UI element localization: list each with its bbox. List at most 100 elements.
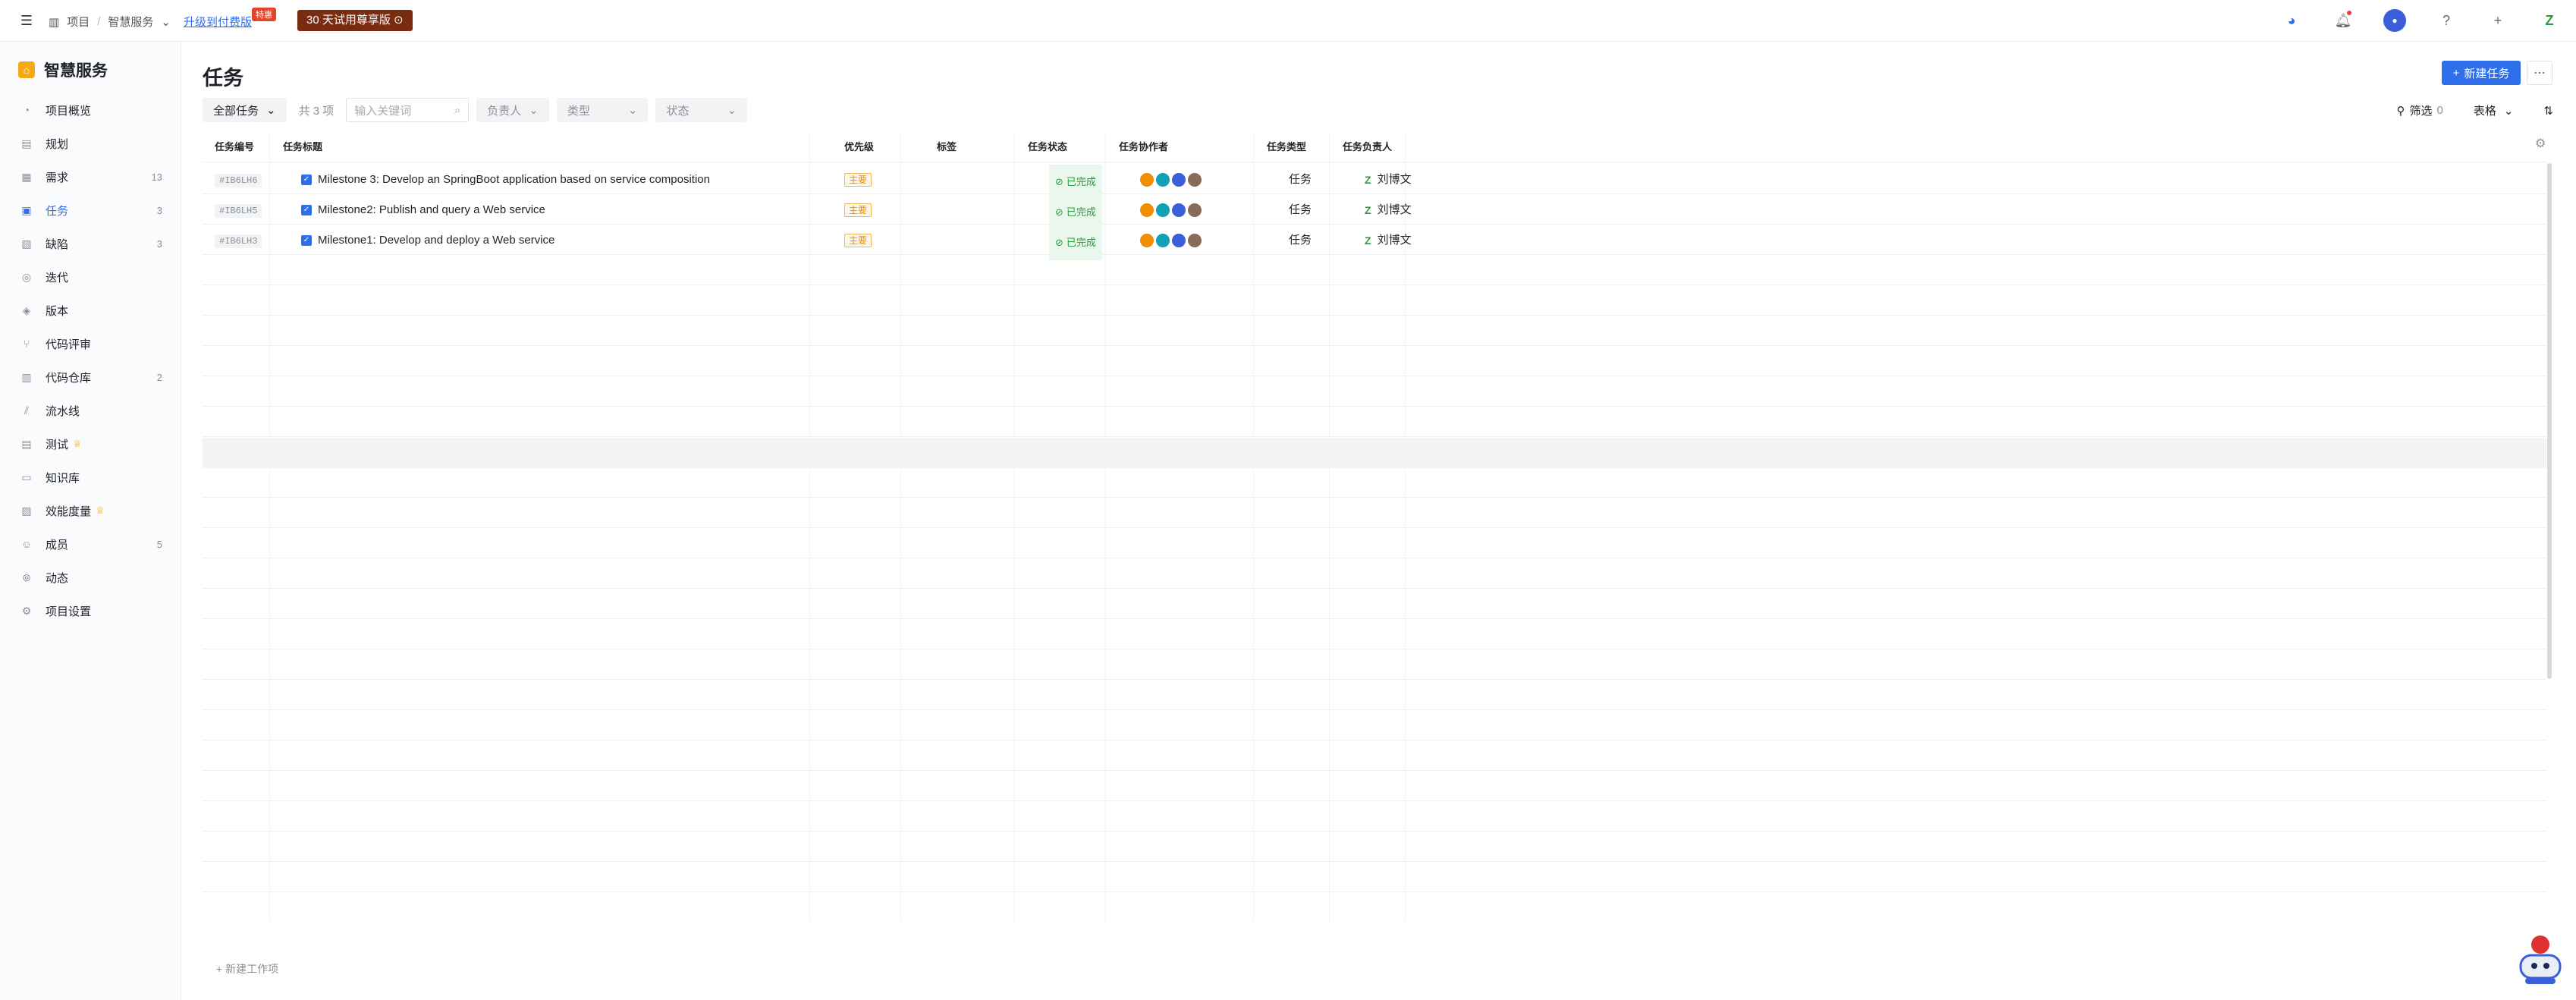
column-header-owner[interactable]: 任务负责人	[1343, 133, 1392, 162]
table-row-owner[interactable]: Z 刘博文	[1365, 165, 1412, 195]
row-divider	[203, 679, 2546, 680]
sidebar-item-test[interactable]: ▤ 测试 ♕	[0, 427, 181, 461]
notification-bell-icon[interactable]: 🔔︎	[2332, 9, 2355, 32]
column-header-status[interactable]: 任务状态	[1028, 133, 1067, 162]
row-divider	[203, 497, 2546, 498]
sort-icon[interactable]: ⇅	[2543, 104, 2553, 118]
sidebar-item-versions[interactable]: ◈ 版本	[0, 294, 181, 327]
table-row-status[interactable]: ⊘ 已完成	[1049, 195, 1102, 230]
owner-name: 刘博文	[1377, 203, 1412, 216]
column-header-id[interactable]: 任务编号	[215, 133, 254, 162]
column-settings-gear-icon[interactable]: ⚙	[2535, 136, 2546, 151]
table-row-id[interactable]: #IB6LH3	[215, 225, 262, 256]
assignee-filter[interactable]: 负责人 ⌄	[476, 98, 549, 122]
filter-label: 筛选	[2409, 105, 2433, 118]
task-table: 任务编号 任务标题 优先级 标签 任务状态 任务协作者 任务类型 任务负责人 #…	[203, 133, 2546, 922]
sidebar-item-requirements[interactable]: ▦ 需求 13	[0, 160, 181, 193]
chevron-down-icon: ⌄	[727, 104, 737, 117]
sidebar-item-settings[interactable]: ⚙ 项目设置	[0, 594, 181, 627]
status-filter[interactable]: 状态 ⌄	[655, 98, 748, 122]
table-row-id[interactable]: #IB6LH5	[215, 195, 262, 225]
notification-dot	[2347, 11, 2351, 15]
table-row-owner[interactable]: Z 刘博文	[1365, 225, 1412, 256]
column-header-priority[interactable]: 优先级	[844, 133, 874, 162]
vip-crown-icon: ♕	[96, 505, 105, 516]
task-type-icon: ✓	[301, 175, 312, 185]
sidebar-item-activity[interactable]: ⊚ 动态	[0, 561, 181, 594]
sidebar-item-repo[interactable]: ▥ 代码仓库 2	[0, 360, 181, 394]
table-row-collaborators[interactable]	[1140, 195, 1202, 225]
table-row-collaborators[interactable]	[1140, 225, 1202, 256]
brand-logo-icon[interactable]: Z	[2538, 9, 2561, 32]
sidebar-item-iterations[interactable]: ◎ 迭代	[0, 260, 181, 294]
trial-button[interactable]: 30 天试用尊享版 ⊙	[297, 10, 413, 31]
sidebar-item-bugs[interactable]: ▧ 缺陷 3	[0, 227, 181, 260]
view-switch[interactable]: 表格 ⌄	[2474, 102, 2514, 118]
chevron-down-icon: ⌄	[266, 104, 276, 117]
status-text: 已完成	[1066, 206, 1096, 218]
task-count: 共 3 项	[298, 104, 335, 118]
assignee-label: 负责人	[487, 104, 522, 118]
table-row-status[interactable]: ⊘ 已完成	[1049, 165, 1102, 200]
pipeline-icon: ⫽	[24, 404, 30, 417]
column-header-type[interactable]: 任务类型	[1267, 133, 1306, 162]
ai-assistant-icon[interactable]: ◕	[2280, 9, 2303, 32]
table-row-title[interactable]: ✓ Milestone 3: Develop an SpringBoot appl…	[301, 165, 710, 195]
table-row-owner[interactable]: Z 刘博文	[1365, 195, 1412, 225]
user-avatar[interactable]: ●	[2383, 9, 2406, 32]
table-row-status[interactable]: ⊘ 已完成	[1049, 225, 1102, 260]
sidebar-item-metrics[interactable]: ▨ 效能度量 ♕	[0, 494, 181, 527]
column-header-collaborators[interactable]: 任务协作者	[1119, 133, 1168, 162]
table-row-priority[interactable]: 主要	[844, 195, 872, 225]
column-divider	[1329, 133, 1330, 922]
table-row-type[interactable]: 任务	[1289, 225, 1312, 256]
table-row-id[interactable]: #IB6LH6	[215, 165, 262, 195]
table-row-type[interactable]: 任务	[1289, 195, 1312, 225]
sidebar-item-members[interactable]: ☺ 成员 5	[0, 527, 181, 561]
version-icon: ◈	[22, 303, 31, 316]
table-row-title[interactable]: ✓ Milestone2: Publish and query a Web ser…	[301, 195, 545, 225]
plus-icon[interactable]: +	[2486, 9, 2509, 32]
owner-avatar-icon: Z	[1365, 174, 1371, 186]
sidebar-item-label: 成员	[46, 538, 69, 552]
column-header-tags[interactable]: 标签	[937, 133, 957, 162]
new-work-item-button[interactable]: + 新建工作项	[216, 961, 278, 976]
table-row-priority[interactable]: 主要	[844, 165, 872, 195]
avatar	[1156, 234, 1170, 247]
breadcrumb-current-project[interactable]: 智慧服务	[108, 14, 153, 30]
type-filter[interactable]: 类型 ⌄	[556, 98, 649, 122]
assistant-robot-icon[interactable]	[2510, 929, 2571, 990]
vertical-scrollbar[interactable]	[2547, 163, 2552, 679]
code-review-icon: ⑂	[23, 338, 30, 350]
sidebar-item-pipeline[interactable]: ⫽ 流水线	[0, 394, 181, 427]
metrics-icon: ▨	[21, 504, 32, 517]
sidebar-item-count: 13	[151, 171, 162, 183]
search-input[interactable]: 输入关键词 ⌕	[346, 98, 470, 122]
main-content: 任务 + 新建任务 ⋯ 全部任务 ⌄ 共 3 项 输入关键词 ⌕ 负责人 ⌄ 类型 ⌄ 状…	[181, 42, 2576, 1000]
table-row-type[interactable]: 任务	[1289, 165, 1312, 195]
breadcrumb-projects[interactable]: 项目	[67, 14, 90, 30]
table-row-priority[interactable]: 主要	[844, 225, 872, 256]
table-row-collaborators[interactable]	[1140, 165, 1202, 195]
upgrade-link[interactable]: 升级到付费版	[184, 14, 252, 30]
help-icon[interactable]: ?	[2435, 9, 2458, 32]
sidebar-item-plan[interactable]: ▤ 规划	[0, 127, 181, 160]
sidebar-item-wiki[interactable]: ▭ 知识库	[0, 461, 181, 494]
more-options-button[interactable]: ⋯	[2527, 61, 2552, 85]
priority-badge: 主要	[844, 234, 872, 247]
sidebar-item-code-review[interactable]: ⑂ 代码评审	[0, 327, 181, 360]
priority-badge: 主要	[844, 173, 872, 187]
row-divider	[203, 588, 2546, 589]
filter-button[interactable]: ⚲ 筛选 0	[2396, 102, 2442, 118]
sidebar: ⌂ 智慧服务 ◔ 项目概览 ▤ 规划 ▦ 需求 13 ▣ 任务 3 ▧ 缺陷 3 ◎ 迭代 ◈ 版本…	[0, 42, 181, 1000]
sidebar-item-tasks[interactable]: ▣ 任务 3	[0, 193, 181, 227]
chevron-down-icon[interactable]: ⌄	[161, 15, 171, 29]
right-tools: ⚲ 筛选 0 表格 ⌄ ⇅	[2396, 102, 2553, 118]
table-row-title[interactable]: ✓ Milestone1: Develop and deploy a Web se…	[301, 225, 554, 256]
column-header-title[interactable]: 任务标题	[283, 133, 322, 162]
owner-name: 刘博文	[1377, 234, 1412, 247]
all-tasks-dropdown[interactable]: 全部任务 ⌄	[203, 98, 287, 122]
sidebar-item-overview[interactable]: ◔ 项目概览	[0, 93, 181, 127]
new-task-button[interactable]: + 新建任务	[2442, 61, 2521, 85]
menu-icon[interactable]: ☰	[15, 11, 38, 30]
